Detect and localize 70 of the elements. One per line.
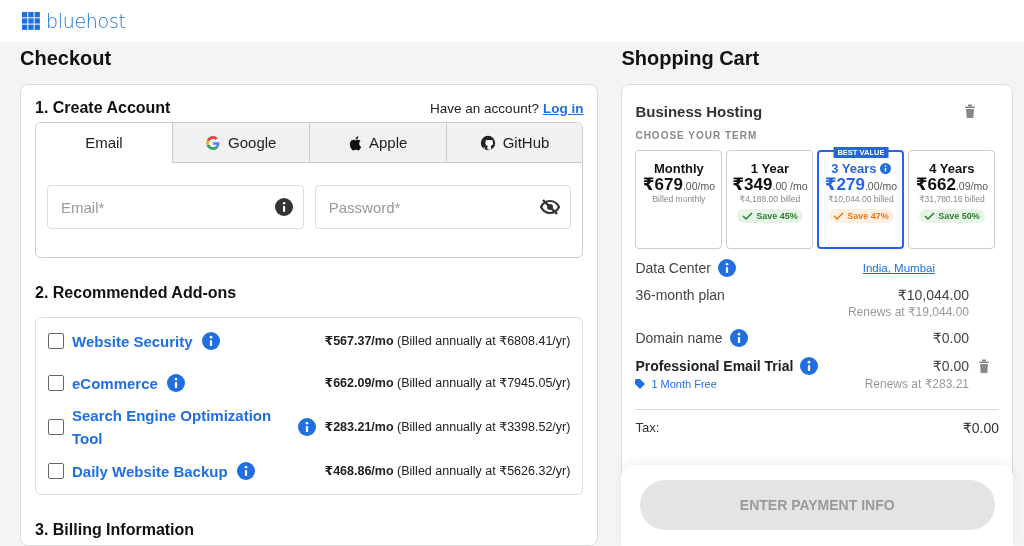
addon-link[interactable]: eCommerce (72, 371, 158, 395)
check-icon (742, 211, 754, 221)
billed-note: ₹4,188.00 billed (739, 194, 801, 204)
term-price: ₹349.00 /mo (732, 178, 808, 193)
line-amount: ₹10,044.00 (897, 287, 969, 303)
brand-name: bluehost (46, 10, 126, 32)
sign-up-tab[interactable]: GitHub (445, 123, 583, 163)
term-name: 3 Years (831, 161, 877, 176)
line-amount: ₹0.00 (932, 358, 969, 374)
section-title: 1. Create Account (35, 98, 171, 118)
checkbox[interactable] (48, 463, 64, 479)
trash-icon[interactable] (964, 103, 976, 119)
sign-up-tab[interactable]: Google (171, 123, 309, 163)
savings-badge: Save 47% (828, 209, 894, 223)
text-field[interactable]: Password* (314, 185, 572, 229)
page-title: Checkout (20, 46, 113, 70)
term-name: 1 Year (750, 161, 789, 176)
github-logo-icon (479, 134, 496, 151)
addon-price: ₹283.21/mo (Billed annually at ₹3398.52/yr) (324, 418, 571, 436)
tag-icon (635, 379, 646, 389)
addon-price: ₹567.37/mo (Billed annually at ₹6808.41/yr) (324, 332, 571, 350)
billed-note: ₹10,044.00 billed (828, 194, 894, 204)
line-label: Data Center (635, 260, 711, 276)
billed-note: ₹31,780.16 billed (919, 194, 985, 204)
checkbox[interactable] (48, 419, 64, 435)
login-prompt: Have an account? (430, 100, 539, 116)
line-label: Professional Email Trial (635, 358, 794, 374)
google-logo-icon (205, 134, 222, 151)
term-price: ₹279.00/mo (824, 178, 898, 193)
promo-tag: 1 Month Free (635, 378, 865, 390)
renewal-note: Renews at ₹19,044.00 (847, 305, 969, 319)
cart-title: Shopping Cart (621, 46, 761, 70)
checkbox[interactable] (48, 375, 64, 391)
addon-price: ₹468.86/mo (Billed annually at ₹5626.32/yr) (324, 462, 571, 480)
addon-link[interactable]: Website Security (72, 329, 193, 353)
trash-icon[interactable] (978, 358, 990, 374)
info-icon (274, 198, 293, 216)
savings-badge: Save 45% (737, 209, 803, 223)
checkbox[interactable] (48, 333, 64, 349)
text-field[interactable]: Email* (47, 185, 304, 229)
section-title: 3. Billing Information (35, 520, 196, 540)
tax-amount: ₹0.00 (962, 420, 999, 436)
term-option[interactable]: Monthly ₹679.00/mo Billed monthly (635, 150, 723, 249)
term-option[interactable]: 4 Years ₹662.09/mo ₹31,780.16 billed Save 50% (908, 150, 996, 249)
addon-price: ₹662.09/mo (Billed annually at ₹7945.05/yr) (324, 374, 571, 392)
location-link[interactable]: India, Mumbai (862, 262, 935, 274)
billed-note: Billed monthly (652, 194, 706, 204)
product-name: Business Hosting (635, 102, 763, 120)
term-name: Monthly (654, 161, 704, 176)
check-icon (924, 211, 936, 221)
section-title: 2. Recommended Add-ons (35, 283, 238, 303)
login-link[interactable]: Log in (542, 100, 584, 116)
line-amount: ₹0.00 (932, 330, 969, 346)
check-icon (833, 211, 845, 221)
tax-label: Tax: (635, 420, 660, 436)
term-price: ₹679.00/mo (642, 178, 716, 193)
apple-logo-icon (347, 134, 362, 151)
line-label: Domain name (635, 330, 723, 346)
addon-link[interactable]: Search Engine Optimization Tool (72, 404, 290, 450)
sign-up-tab[interactable]: Apple (308, 123, 446, 163)
grid-logo-icon (22, 12, 40, 30)
term-option[interactable]: 1 Year ₹349.00 /mo ₹4,188.00 billed Save 45% (726, 150, 814, 249)
term-price: ₹662.09/mo (915, 178, 989, 193)
term-label: CHOOSE YOUR TERM (635, 130, 759, 141)
hidden-eye-icon (540, 198, 561, 216)
line-label: 36-month plan (635, 287, 725, 303)
renewal-note: Renews at ₹283.21 (864, 377, 969, 391)
savings-badge: Save 50% (919, 209, 985, 223)
term-name: 4 Years (929, 161, 975, 176)
addon-link[interactable]: Daily Website Backup (72, 459, 228, 483)
